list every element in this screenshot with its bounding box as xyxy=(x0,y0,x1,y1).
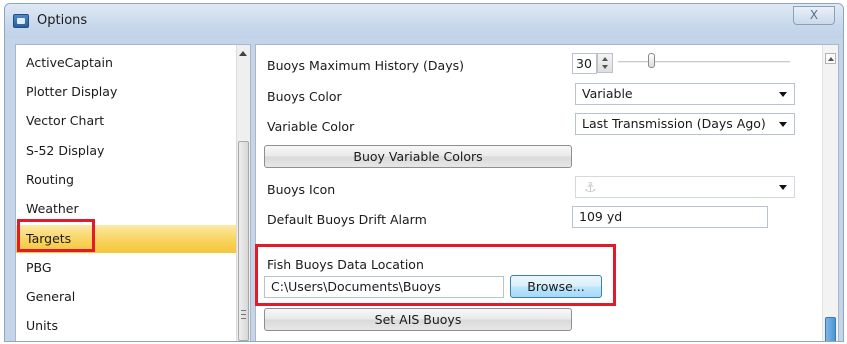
data-location-highlight-box xyxy=(255,244,616,306)
buoys-icon-dropdown[interactable]: ⚓ xyxy=(575,176,795,198)
settings-scrollbar-thumb[interactable] xyxy=(825,317,836,341)
max-history-label: Buoys Maximum History (Days) xyxy=(267,58,464,73)
buoys-color-dropdown[interactable]: Variable xyxy=(575,83,795,105)
options-window-icon xyxy=(13,14,29,28)
max-history-spinner[interactable] xyxy=(597,53,613,73)
title-bar[interactable]: Options X xyxy=(5,4,843,38)
nav-item-pbg[interactable]: PBG xyxy=(16,254,238,282)
variable-color-label: Variable Color xyxy=(267,119,355,134)
settings-scrollbar[interactable] xyxy=(822,45,838,341)
nav-item-plotter-display[interactable]: Plotter Display xyxy=(16,78,238,106)
nav-item-vector-chart[interactable]: Vector Chart xyxy=(16,107,238,135)
anchor-icon: ⚓ xyxy=(584,180,597,196)
nav-item-s52-display[interactable]: S-52 Display xyxy=(16,137,238,165)
drift-alarm-input[interactable]: 109 yd xyxy=(572,206,768,228)
chevron-down-icon xyxy=(779,185,787,190)
nav-item-activecaptain[interactable]: ActiveCaptain xyxy=(16,49,238,77)
scroll-up-arrow-icon[interactable] xyxy=(239,51,247,56)
variable-color-value: Last Transmission (Days Ago) xyxy=(582,116,766,131)
nav-item-units[interactable]: Units xyxy=(16,312,238,340)
chevron-down-icon xyxy=(779,92,787,97)
drift-alarm-label: Default Buoys Drift Alarm xyxy=(267,212,427,227)
set-ais-buoys-button[interactable]: Set AIS Buoys xyxy=(264,308,572,331)
nav-scrollbar-thumb[interactable] xyxy=(238,141,249,341)
grip-icon xyxy=(241,310,246,319)
nav-item-general[interactable]: General xyxy=(16,283,238,311)
options-nav-list: ActiveCaptain Plotter Display Vector Cha… xyxy=(15,44,251,341)
max-history-input[interactable]: 30 xyxy=(572,53,597,74)
buoy-variable-colors-button[interactable]: Buoy Variable Colors xyxy=(264,145,572,168)
close-button[interactable]: X xyxy=(793,6,835,25)
options-window: Options X ActiveCaptain Plotter Display … xyxy=(4,3,844,342)
close-icon: X xyxy=(809,8,819,22)
nav-item-routing[interactable]: Routing xyxy=(16,166,238,194)
nav-scrollbar[interactable] xyxy=(236,45,250,341)
window-title: Options xyxy=(37,13,88,28)
buoys-color-label: Buoys Color xyxy=(267,89,342,104)
buoys-color-value: Variable xyxy=(582,86,633,101)
scroll-up-arrow-icon[interactable] xyxy=(825,53,836,64)
targets-highlight-box xyxy=(17,219,95,252)
variable-color-dropdown[interactable]: Last Transmission (Days Ago) xyxy=(575,113,795,135)
chevron-down-icon xyxy=(779,122,787,127)
max-history-slider-track[interactable] xyxy=(618,61,790,63)
buoys-icon-label: Buoys Icon xyxy=(267,182,336,197)
max-history-slider-thumb[interactable] xyxy=(648,53,655,68)
